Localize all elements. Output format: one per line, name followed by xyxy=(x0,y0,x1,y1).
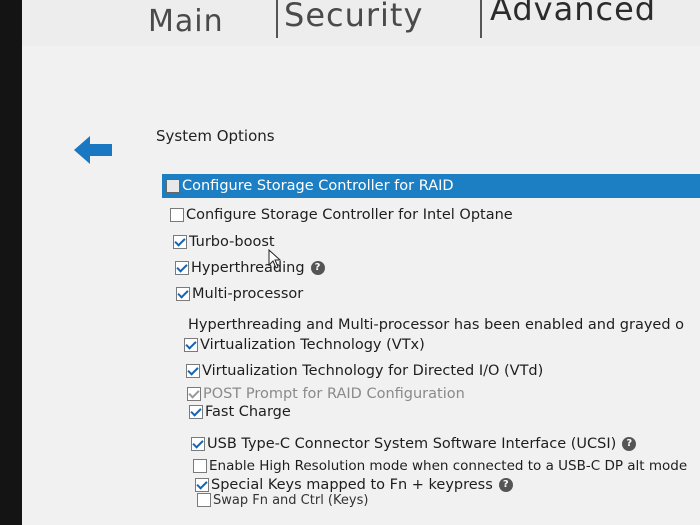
option-label: Virtualization Technology (VTx) xyxy=(200,337,425,353)
checkbox-checked[interactable] xyxy=(189,405,203,419)
option-label: Swap Fn and Ctrl (Keys) xyxy=(213,492,369,508)
option-label: Configure Storage Controller for Intel O… xyxy=(186,207,513,223)
option-raid[interactable]: Configure Storage Controller for RAID xyxy=(162,174,700,198)
checkbox-checked-disabled xyxy=(187,387,201,401)
tab-security[interactable]: Security xyxy=(284,0,423,34)
option-swap-fn-ctrl[interactable]: Swap Fn and Ctrl (Keys) xyxy=(197,491,368,509)
checkbox[interactable] xyxy=(166,179,180,193)
tab-advanced[interactable]: Advanced xyxy=(490,0,656,28)
option-vtx[interactable]: Virtualization Technology (VTx) xyxy=(184,333,425,357)
bios-screen: Main Security Advanced System Options Co… xyxy=(22,0,700,525)
mouse-pointer-icon xyxy=(268,249,282,269)
question-mark-icon[interactable]: ? xyxy=(498,478,513,492)
checkbox-checked[interactable] xyxy=(175,261,189,275)
option-vtd[interactable]: Virtualization Technology for Directed I… xyxy=(186,359,543,383)
checkbox-checked[interactable] xyxy=(195,478,209,492)
tab-bar: Main Security Advanced xyxy=(22,0,700,46)
checkbox-checked[interactable] xyxy=(186,364,200,378)
question-mark-icon[interactable]: ? xyxy=(310,261,325,275)
checkbox-checked[interactable] xyxy=(176,287,190,301)
option-label: Hyperthreading xyxy=(191,260,305,276)
option-hyperthreading[interactable]: Hyperthreading ? xyxy=(175,256,325,280)
option-label: Multi-processor xyxy=(192,286,304,302)
checkbox[interactable] xyxy=(170,208,184,222)
option-label: Configure Storage Controller for RAID xyxy=(182,178,454,194)
checkbox-checked[interactable] xyxy=(173,235,187,249)
checkbox-checked[interactable] xyxy=(191,437,205,451)
info-label: Hyperthreading and Multi-processor has b… xyxy=(188,317,685,333)
option-label: USB Type-C Connector System Software Int… xyxy=(207,436,617,452)
tab-divider xyxy=(480,0,482,38)
back-arrow-icon[interactable] xyxy=(74,135,114,165)
checkbox-checked[interactable] xyxy=(184,338,198,352)
option-intel-optane[interactable]: Configure Storage Controller for Intel O… xyxy=(170,203,513,227)
option-label: Enable High Resolution mode when connect… xyxy=(209,458,688,474)
question-mark-icon[interactable]: ? xyxy=(622,437,637,451)
option-ucsi[interactable]: USB Type-C Connector System Software Int… xyxy=(191,432,637,456)
option-fast-charge[interactable]: Fast Charge xyxy=(189,400,291,424)
checkbox[interactable] xyxy=(197,493,211,507)
tab-main[interactable]: Main xyxy=(148,4,224,39)
section-title: System Options xyxy=(156,127,275,145)
tab-divider xyxy=(276,0,278,38)
option-turbo-boost[interactable]: Turbo-boost xyxy=(173,230,275,254)
option-multi-processor[interactable]: Multi-processor xyxy=(176,282,303,306)
option-label: Fast Charge xyxy=(205,404,291,420)
option-label: Turbo-boost xyxy=(189,234,275,250)
option-label: Virtualization Technology for Directed I… xyxy=(202,363,544,379)
checkbox[interactable] xyxy=(193,459,207,473)
